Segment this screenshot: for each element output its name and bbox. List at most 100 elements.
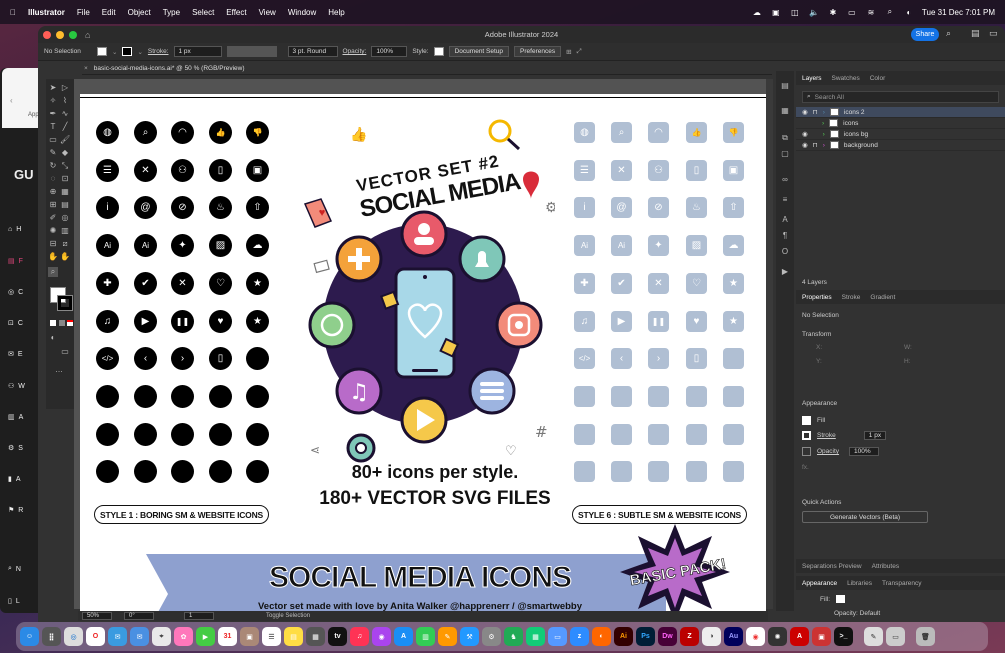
wifi-icon[interactable]: ≋ bbox=[865, 6, 877, 18]
fill-row[interactable]: Fill bbox=[802, 416, 825, 425]
control-center-icon[interactable]: ◐ bbox=[903, 6, 915, 18]
system-settings-icon[interactable]: ⚙ bbox=[482, 627, 501, 646]
tab-color[interactable]: Color bbox=[870, 75, 886, 82]
symbol-sprayer-tool-icon[interactable]: ✺ bbox=[48, 226, 58, 236]
brush-definition-field[interactable]: 3 pt. Round bbox=[287, 46, 338, 57]
sheets-icon[interactable]: ▦ bbox=[526, 627, 545, 646]
menu-view[interactable]: View bbox=[253, 8, 282, 17]
sidebar-partial-item[interactable]: ⚑ R bbox=[8, 504, 36, 516]
maps-icon[interactable]: ⌖ bbox=[152, 627, 171, 646]
sidebar-partial-item[interactable]: ▮ A bbox=[8, 473, 36, 485]
zoom-app-icon[interactable]: z bbox=[570, 627, 589, 646]
stroke-panel-icon[interactable]: ≡ bbox=[780, 195, 790, 205]
hand-tool-icon[interactable]: ✋ bbox=[48, 252, 58, 262]
messages-icon[interactable]: ✉ bbox=[108, 627, 127, 646]
preferences-button[interactable]: Preferences bbox=[514, 46, 562, 57]
current-tool-label[interactable]: Toggle Selection bbox=[266, 613, 310, 619]
menu-select[interactable]: Select bbox=[186, 8, 220, 17]
menu-effect[interactable]: Effect bbox=[220, 8, 252, 17]
app-store-icon[interactable]: A bbox=[394, 627, 413, 646]
layer-row[interactable]: ◉ ⊓ › background bbox=[796, 140, 1005, 151]
trash-icon[interactable]: 🗑 bbox=[916, 627, 935, 646]
terminal-icon[interactable]: >_ bbox=[834, 627, 853, 646]
scale-tool-icon[interactable]: ⤡ bbox=[60, 161, 70, 171]
stroke-row[interactable]: Stroke 1 px bbox=[802, 431, 887, 440]
nova-icon[interactable]: ◑ bbox=[702, 627, 721, 646]
menu-window[interactable]: Window bbox=[282, 8, 322, 17]
creative-cloud-icon[interactable]: ☁ bbox=[751, 6, 763, 18]
tab-gradient[interactable]: Gradient bbox=[870, 294, 895, 301]
stroke-swatch[interactable] bbox=[122, 47, 133, 56]
menubar-clock[interactable]: Tue 31 Dec 7:01 PM bbox=[922, 8, 995, 17]
type-tool-icon[interactable]: T bbox=[48, 122, 58, 132]
stroke-swatch[interactable] bbox=[802, 431, 811, 440]
screen-mode-icon[interactable]: ▭ bbox=[60, 347, 70, 357]
menu-help[interactable]: Help bbox=[322, 8, 350, 17]
contacts-icon[interactable]: ▣ bbox=[240, 627, 259, 646]
status-badge-icon[interactable]: ▣ bbox=[770, 6, 782, 18]
evernote-icon[interactable]: ♞ bbox=[504, 627, 523, 646]
pages-icon[interactable]: ✎ bbox=[438, 627, 457, 646]
layers-search-box[interactable]: ⌕ Search All bbox=[802, 91, 999, 103]
rotate-tool-icon[interactable]: ↻ bbox=[48, 161, 58, 171]
shaper-tool-icon[interactable]: ✎ bbox=[48, 148, 58, 158]
eraser-tool-icon[interactable]: ◆ bbox=[60, 148, 70, 158]
blend-tool-icon[interactable]: ◎ bbox=[60, 213, 70, 223]
gradient-tool-icon[interactable]: ▤ bbox=[60, 200, 70, 210]
actions-icon[interactable]: ▶ bbox=[780, 267, 790, 277]
visibility-icon[interactable]: ◉ bbox=[802, 141, 808, 149]
chrome-icon[interactable]: ◉ bbox=[746, 627, 765, 646]
back-icon[interactable]: ‹ bbox=[10, 96, 13, 105]
artboard[interactable]: ◍ ⌕ ◠ 👍 👎 ☰ ✕ ⚇ ▯ ▣ i @ ⊘ ♨ ⇧ Ai Ai ✦ ▨ ☁ ✚ ✔ ✕ ♡ ★ ♫ ▶ ❚❚ ♥ ★ </> ‹ › ▯ … bbox=[80, 94, 766, 614]
align-icon[interactable]: ⊞ bbox=[566, 48, 571, 56]
tab-attributes[interactable]: Attributes bbox=[872, 563, 899, 570]
fill-swatch[interactable] bbox=[97, 47, 107, 56]
properties-icon[interactable]: ▤ bbox=[780, 81, 790, 91]
sidebar-partial-item[interactable]: ⚙ S bbox=[8, 442, 36, 454]
opentype-icon[interactable]: O bbox=[780, 247, 790, 257]
vertical-scrollbar[interactable] bbox=[766, 79, 773, 609]
cast-icon[interactable]: ◫ bbox=[789, 6, 801, 18]
finder-icon[interactable]: ☺ bbox=[20, 627, 39, 646]
reminders-icon[interactable]: ☰ bbox=[262, 627, 281, 646]
layer-row[interactable]: ◉ ⊓ › icons 2 bbox=[796, 107, 1005, 118]
lock-icon[interactable]: ⊓ bbox=[813, 108, 818, 116]
presentation-icon[interactable]: ▣ bbox=[812, 627, 831, 646]
dreamweaver-app-icon[interactable]: Dw bbox=[658, 627, 677, 646]
chevron-down-icon[interactable]: ⌄ bbox=[112, 48, 117, 56]
close-tab-icon[interactable]: × bbox=[84, 65, 88, 72]
zoom-tool-icon[interactable]: ⌕ bbox=[48, 267, 58, 277]
magic-wand-tool-icon[interactable]: ✧ bbox=[48, 96, 58, 106]
battery-icon[interactable]: ▭ bbox=[846, 6, 858, 18]
textedit-icon[interactable]: ✎ bbox=[864, 627, 883, 646]
mail-icon[interactable]: ✉ bbox=[130, 627, 149, 646]
shape-builder-tool-icon[interactable]: ⊕ bbox=[48, 187, 58, 197]
menu-edit[interactable]: Edit bbox=[96, 8, 122, 17]
pen-tool-icon[interactable]: ✒ bbox=[48, 109, 58, 119]
notes-icon[interactable]: ▤ bbox=[284, 627, 303, 646]
sidebar-partial-item[interactable]: ▯ L bbox=[8, 595, 36, 607]
chevron-right-icon[interactable]: › bbox=[823, 131, 825, 138]
libraries-icon[interactable]: ▦ bbox=[780, 106, 790, 116]
line-tool-icon[interactable]: ╱ bbox=[60, 122, 70, 132]
layer-row[interactable]: › icons bbox=[796, 118, 1005, 129]
spotlight-search-icon[interactable]: ⌕ bbox=[884, 6, 896, 18]
workspace-icon[interactable]: ▭ bbox=[989, 28, 998, 39]
appearance-fill-row[interactable]: Fill: bbox=[820, 595, 846, 603]
chevron-right-icon[interactable]: › bbox=[823, 109, 825, 116]
photos-icon[interactable]: ✿ bbox=[174, 627, 193, 646]
free-transform-tool-icon[interactable]: ⊡ bbox=[60, 174, 70, 184]
launchpad-icon[interactable]: ⣿ bbox=[42, 627, 61, 646]
menu-type[interactable]: Type bbox=[157, 8, 186, 17]
lock-icon[interactable]: ⊓ bbox=[813, 141, 818, 149]
color-mode-icon[interactable] bbox=[50, 320, 56, 326]
none-mode-icon[interactable] bbox=[67, 320, 73, 326]
calculator-icon[interactable]: ▦ bbox=[306, 627, 325, 646]
transform-icon[interactable]: ⤢ bbox=[577, 48, 582, 56]
safari-icon[interactable]: ◎ bbox=[64, 627, 83, 646]
arrange-documents-icon[interactable]: ▤ bbox=[971, 28, 980, 39]
draw-mode-icon[interactable]: ◐ bbox=[48, 333, 58, 343]
fx-button[interactable]: fx. bbox=[802, 464, 809, 471]
tab-swatches[interactable]: Swatches bbox=[832, 75, 860, 82]
photoshop-app-icon[interactable]: Ps bbox=[636, 627, 655, 646]
